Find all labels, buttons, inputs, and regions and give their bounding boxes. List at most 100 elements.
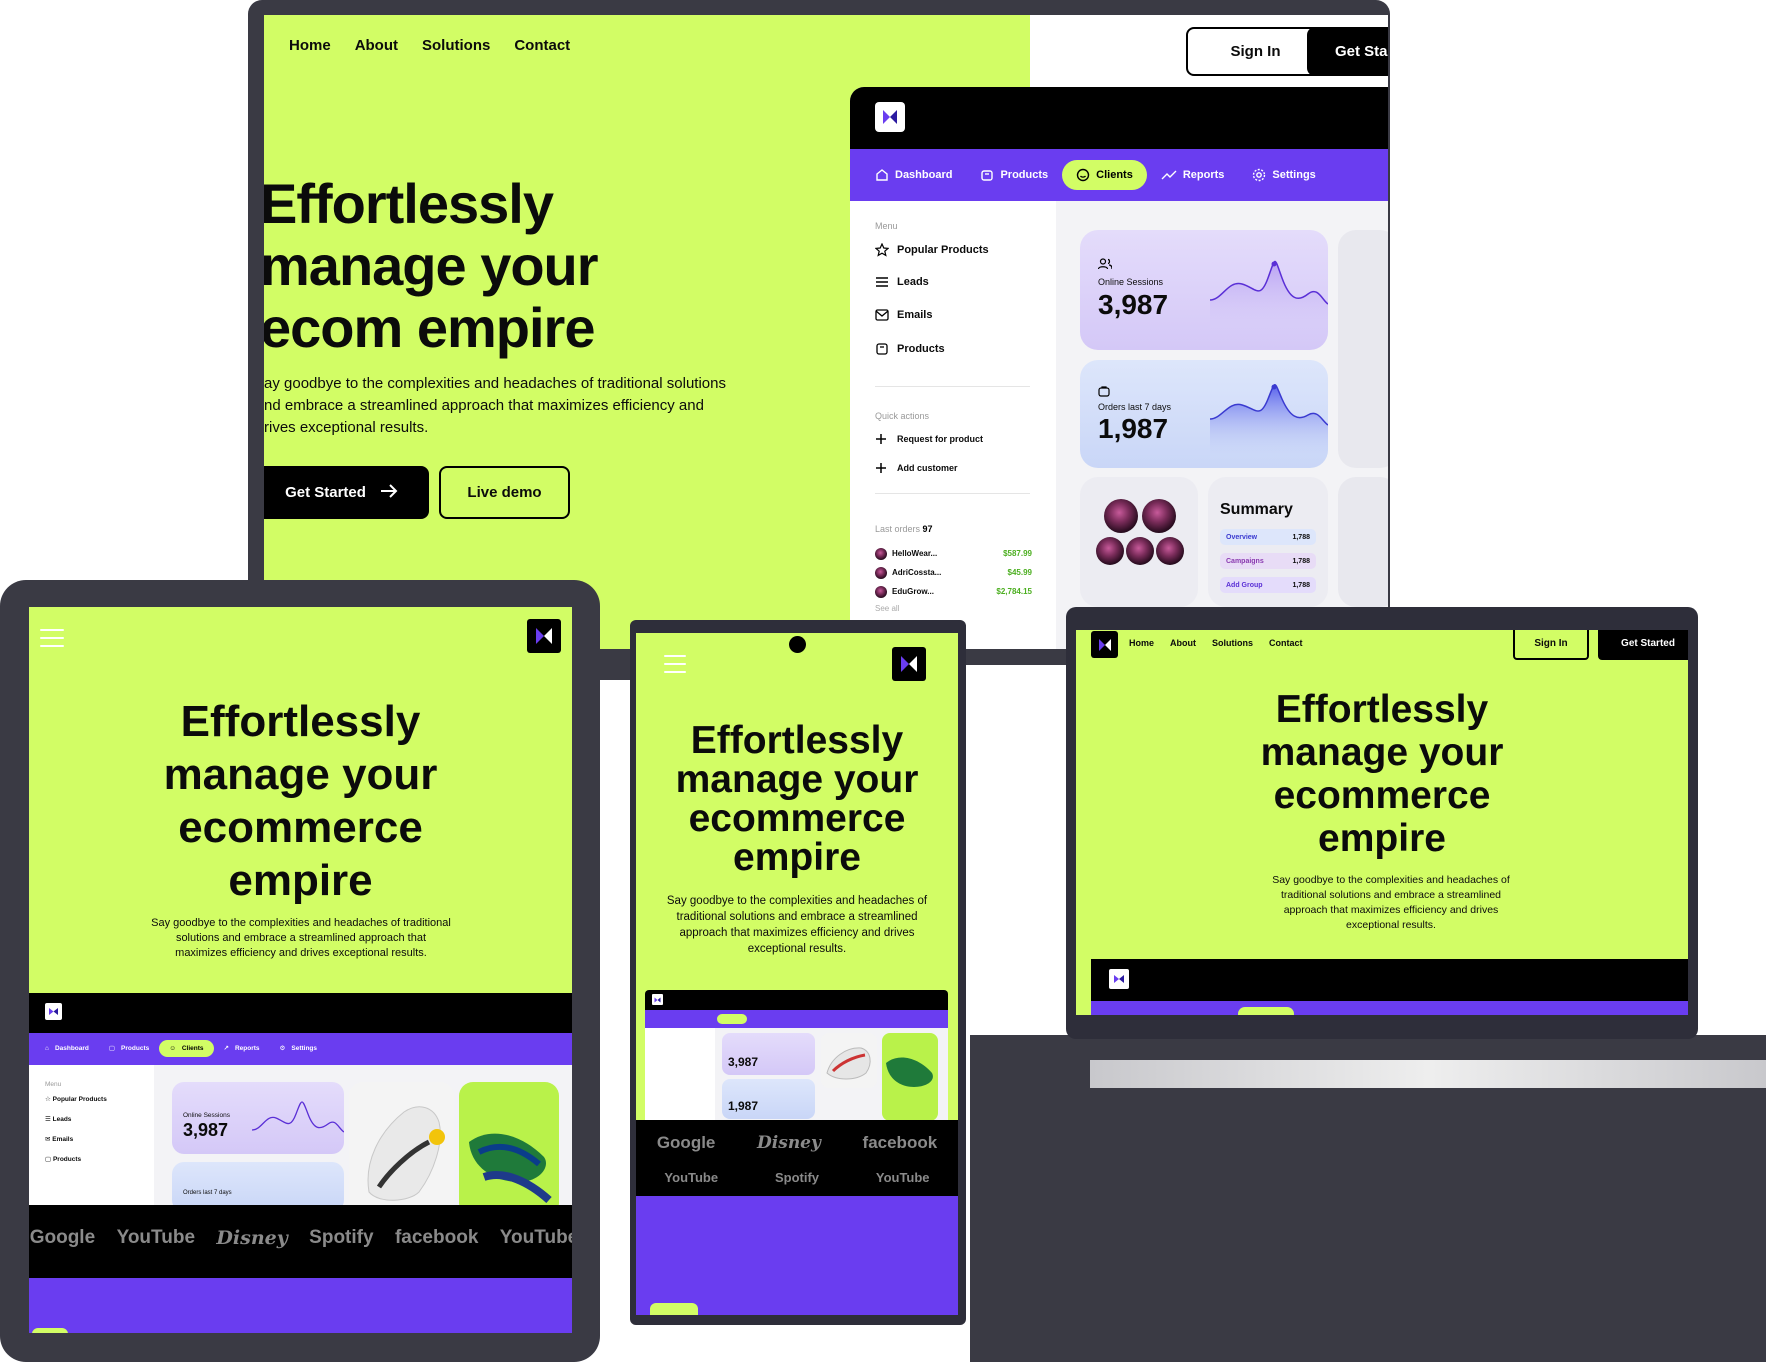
brand-disney: Disney bbox=[216, 1227, 288, 1249]
nav-home[interactable]: Home bbox=[289, 37, 331, 54]
dashboard-preview bbox=[645, 990, 948, 1010]
tab-products[interactable]: Products bbox=[966, 160, 1062, 190]
brand-facebook: facebook bbox=[394, 1227, 479, 1248]
avatar bbox=[1126, 537, 1154, 565]
product-image bbox=[349, 1082, 454, 1217]
sidebar-item-emails[interactable]: Emails bbox=[875, 309, 932, 321]
nav-contact[interactable]: Contact bbox=[1269, 638, 1303, 648]
orders-7days-card: 1,987 bbox=[722, 1079, 815, 1119]
avatar bbox=[1096, 537, 1124, 565]
avatar bbox=[1156, 537, 1184, 565]
desktop-nav: Home About Solutions Contact bbox=[289, 37, 570, 54]
sidebar-item-popular-products[interactable]: Popular Products bbox=[875, 243, 989, 257]
avatar bbox=[1142, 499, 1176, 533]
sidebar-item-popular-products[interactable]: ☆ Popular Products bbox=[45, 1095, 107, 1103]
nav-home[interactable]: Home bbox=[1129, 638, 1154, 648]
brand-facebook: facebook bbox=[862, 1133, 938, 1152]
summary-row[interactable]: Add Group 1,788 bbox=[1220, 577, 1316, 593]
tab-clients[interactable]: ☺ Clients bbox=[159, 1039, 214, 1057]
summary-row[interactable]: Campaigns 1,788 bbox=[1220, 553, 1316, 569]
online-sessions-card: Online Sessions 3,987 bbox=[172, 1082, 344, 1154]
list-item[interactable]: AdriCossta... $45.99 bbox=[875, 563, 1032, 582]
menu-icon[interactable] bbox=[664, 655, 686, 673]
tab-clients[interactable]: Clients bbox=[1062, 160, 1147, 190]
tab-settings[interactable]: ⚙ Settings bbox=[270, 1039, 327, 1057]
hero-subtitle: Say goodbye to the complexities and head… bbox=[1272, 874, 1510, 931]
hero-subtitle: Say goodbye to the complexities and head… bbox=[666, 895, 928, 955]
tab-dashboard[interactable]: Dashboard bbox=[875, 160, 966, 190]
product-image bbox=[882, 1033, 938, 1121]
gear-icon: ⚙ bbox=[279, 1045, 286, 1052]
last-orders-label: Last orders 97 bbox=[875, 524, 933, 534]
hero-subtitle: Say goodbye to the complexities and head… bbox=[151, 917, 451, 959]
brand-disney: Disney bbox=[757, 1133, 821, 1153]
sidebar-item-products[interactable]: Products bbox=[875, 342, 945, 356]
box-icon: ▢ bbox=[108, 1045, 116, 1052]
online-sessions-card: 3,987 bbox=[722, 1033, 815, 1075]
dashboard-tabs: ⌂ Dashboard ▢ Products ☺ Clients ↗ Reports ⚙… bbox=[45, 1039, 327, 1057]
page-title: Effortlessly manage your ecommerce empir… bbox=[163, 697, 438, 905]
list-item[interactable]: HelloWear... $587.99 bbox=[875, 544, 1032, 563]
home-icon bbox=[876, 169, 888, 181]
trend-icon: ↗ bbox=[223, 1045, 229, 1052]
nav-about[interactable]: About bbox=[355, 37, 398, 54]
sidebar-item-emails[interactable]: ✉ Emails bbox=[45, 1135, 73, 1143]
tab-dashboard[interactable]: ⌂ Dashboard bbox=[45, 1040, 99, 1057]
brand-youtube: YouTube bbox=[664, 1170, 719, 1185]
sessions-label: Online Sessions bbox=[1098, 277, 1164, 287]
desktop-screen: Home About Solutions Contact Sign In Get… bbox=[264, 15, 1388, 649]
logo-icon bbox=[45, 1003, 62, 1020]
brand-youtube: YouTube bbox=[499, 1227, 572, 1248]
brand-youtube: YouTube bbox=[116, 1227, 196, 1248]
nav-solutions[interactable]: Solutions bbox=[422, 37, 490, 54]
menu-icon[interactable] bbox=[40, 629, 64, 647]
tab-reports[interactable]: ↗ Reports bbox=[214, 1039, 270, 1057]
laptop-screen: Home About Solutions Contact Sign In Get… bbox=[1076, 630, 1688, 1015]
hero-subtitle: ay goodbye to the complexities and heada… bbox=[264, 375, 726, 436]
laptop-nav: Home About Solutions Contact bbox=[1129, 638, 1303, 648]
brand-youtube: YouTube bbox=[875, 1170, 930, 1185]
avatar bbox=[875, 547, 887, 560]
see-all-link[interactable]: See all bbox=[875, 604, 899, 613]
nav-solutions[interactable]: Solutions bbox=[1212, 638, 1253, 648]
brand-logos: Google YouTube Disney Spotify facebook Y… bbox=[29, 1227, 572, 1249]
sessions-sparkline bbox=[1210, 260, 1328, 330]
list-icon bbox=[876, 277, 888, 287]
star-icon bbox=[875, 243, 889, 257]
summary-row[interactable]: Overview 1,788 bbox=[1220, 529, 1316, 545]
sign-in-button[interactable]: Sign In bbox=[1513, 630, 1589, 660]
smile-icon: ☺ bbox=[169, 1044, 176, 1052]
add-customer-action[interactable]: Add customer bbox=[875, 462, 958, 474]
nav-contact[interactable]: Contact bbox=[514, 37, 570, 54]
orders-7days-card: Orders last 7 days 1,987 bbox=[1080, 360, 1328, 468]
nav-about[interactable]: About bbox=[1170, 638, 1196, 648]
tab-settings[interactable]: Settings bbox=[1238, 160, 1329, 190]
sidebar-item-products[interactable]: ▢ Products bbox=[45, 1155, 81, 1163]
bag-icon bbox=[1098, 386, 1110, 397]
sidebar-item-leads[interactable]: Leads bbox=[875, 276, 929, 288]
box-icon bbox=[876, 343, 888, 355]
laptop-hinge bbox=[1090, 1060, 1766, 1088]
users-icon bbox=[1098, 258, 1112, 270]
list-item[interactable]: EduGrow... $2,784.15 bbox=[875, 582, 1032, 601]
box-icon bbox=[981, 170, 994, 181]
gear-icon bbox=[1253, 168, 1266, 182]
tab-reports[interactable]: Reports bbox=[1147, 161, 1239, 189]
dashboard-preview bbox=[29, 993, 572, 1033]
team-avatars-card bbox=[1080, 477, 1198, 607]
phone-camera bbox=[789, 636, 806, 653]
online-sessions-card: Online Sessions 3,987 bbox=[1080, 230, 1328, 350]
get-started-nav-button[interactable]: Get Started bbox=[1598, 630, 1688, 660]
product-image bbox=[821, 1033, 877, 1088]
summary-card: Summary Overview 1,788 Campaigns 1,788 Add… bbox=[1208, 477, 1328, 607]
sessions-value: 3,987 bbox=[1098, 289, 1169, 320]
hero-get-started-button[interactable]: Get Started bbox=[264, 466, 429, 519]
live-demo-button[interactable]: Live demo bbox=[439, 466, 570, 519]
sidebar-item-leads[interactable]: ☰ Leads bbox=[45, 1115, 71, 1123]
get-started-nav-button[interactable]: Get Sta bbox=[1307, 27, 1388, 76]
mail-icon bbox=[875, 309, 889, 321]
request-product-action[interactable]: Request for product bbox=[875, 433, 983, 445]
dashboard-sidebar: Menu ☆ Popular Products ☰ Leads ✉ Emails… bbox=[29, 1065, 154, 1205]
sign-in-button[interactable]: Sign In bbox=[1186, 27, 1325, 76]
tab-products[interactable]: ▢ Products bbox=[99, 1039, 159, 1057]
